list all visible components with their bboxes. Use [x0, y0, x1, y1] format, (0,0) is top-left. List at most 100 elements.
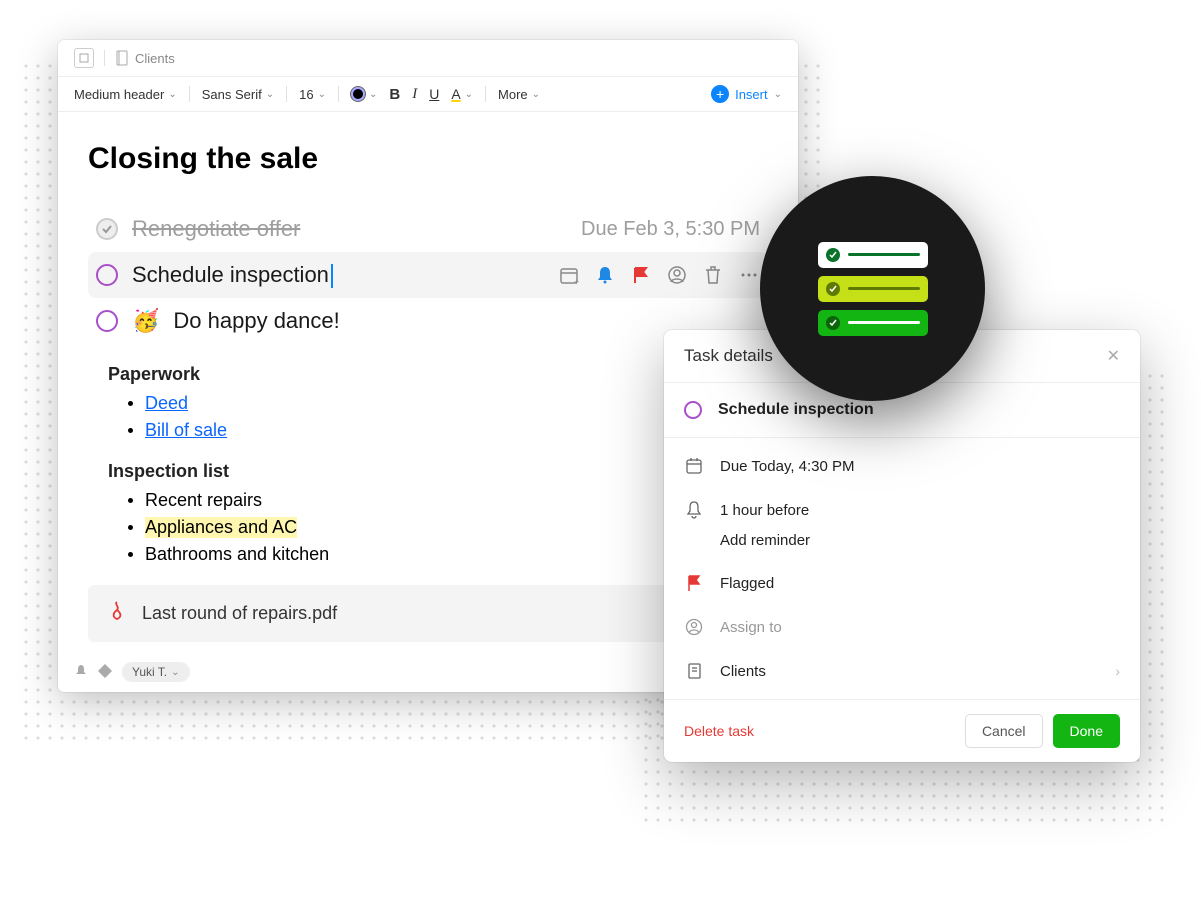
badge-row [818, 242, 928, 268]
calendar-icon[interactable]: + [558, 264, 580, 286]
topbar: Clients [58, 40, 798, 77]
add-reminder-row[interactable]: Add reminder [664, 532, 1140, 561]
link-bill-of-sale[interactable]: Bill of sale [145, 420, 227, 441]
chevron-down-icon: ⌄ [369, 89, 377, 100]
add-tag-icon[interactable] [98, 664, 112, 681]
task-text: Do happy dance! [173, 308, 339, 334]
task-text: Renegotiate offer [132, 216, 300, 242]
share-pill[interactable]: Yuki T.⌄ [122, 662, 190, 682]
more-icon[interactable] [738, 264, 760, 286]
chevron-down-icon: ⌄ [774, 89, 782, 100]
breadcrumb[interactable]: Clients [115, 51, 175, 66]
assign-text: Assign to [720, 619, 782, 636]
italic-button[interactable]: I [412, 86, 417, 103]
divider [338, 86, 339, 102]
chevron-down-icon: ⌄ [318, 89, 326, 100]
reminder-bell-icon[interactable] [74, 664, 88, 681]
page-title[interactable]: Closing the sale [88, 142, 768, 176]
notebook-row[interactable]: Clients › [664, 649, 1140, 693]
heading-selector[interactable]: Medium header⌄ [74, 87, 177, 102]
list-text: Bathrooms and kitchen [145, 544, 329, 565]
insert-button[interactable]: + Insert ⌄ [711, 85, 782, 103]
task-due-date: Due Feb 3, 5:30 PM [581, 218, 760, 241]
task-row[interactable]: Schedule inspection + [88, 252, 768, 298]
task-actions: + [558, 264, 760, 286]
chevron-down-icon: ⌄ [171, 667, 179, 678]
badge-row [818, 276, 928, 302]
text-cursor [331, 264, 333, 288]
plus-icon: + [711, 85, 729, 103]
chevron-down-icon: ⌄ [532, 89, 540, 100]
notebook-text: Clients [720, 663, 766, 680]
insert-label: Insert [735, 87, 768, 102]
bullet-icon [128, 428, 133, 433]
panel-task-name: Schedule inspection [718, 401, 874, 419]
divider [104, 50, 105, 66]
trash-icon[interactable] [702, 264, 724, 286]
calendar-icon [684, 456, 704, 476]
text-color-picker[interactable]: ⌄ [351, 87, 377, 101]
panel-body: Due Today, 4:30 PM 1 hour before Add rem… [664, 438, 1140, 699]
chevron-down-icon: ⌄ [266, 89, 274, 100]
cancel-button[interactable]: Cancel [965, 714, 1043, 748]
list-text: Recent repairs [145, 490, 262, 511]
color-swatch-icon [351, 87, 365, 101]
bell-icon[interactable] [594, 264, 616, 286]
task-checkbox-icon[interactable] [96, 264, 118, 286]
check-icon [826, 316, 840, 330]
task-row[interactable]: Renegotiate offer Due Feb 3, 5:30 PM [88, 206, 768, 252]
flagged-row[interactable]: Flagged [664, 561, 1140, 605]
bold-button[interactable]: B [389, 86, 400, 103]
panel-footer: Delete task Cancel Done [664, 699, 1140, 762]
check-icon [826, 282, 840, 296]
divider [286, 86, 287, 102]
notebook-icon [684, 661, 704, 681]
bullet-icon [128, 401, 133, 406]
font-size-selector[interactable]: 16⌄ [299, 87, 326, 102]
party-emoji-icon: 🥳 [132, 308, 159, 334]
bell-icon [684, 500, 704, 520]
person-icon[interactable] [666, 264, 688, 286]
bullet-icon [128, 498, 133, 503]
badge-row [818, 310, 928, 336]
person-icon [684, 617, 704, 637]
task-checkbox-icon[interactable] [684, 401, 702, 419]
list-text: Appliances and AC [145, 517, 297, 538]
panel-title: Task details [684, 346, 773, 366]
divider [485, 86, 486, 102]
bullet-icon [128, 525, 133, 530]
task-checkbox-icon[interactable] [96, 310, 118, 332]
done-button[interactable]: Done [1053, 714, 1120, 748]
flag-icon [684, 573, 704, 593]
svg-text:+: + [574, 277, 579, 287]
reminder-text: 1 hour before [720, 502, 809, 519]
check-icon [826, 248, 840, 262]
chevron-right-icon: › [1115, 663, 1120, 679]
task-text: Schedule inspection [132, 262, 333, 288]
due-date-text: Due Today, 4:30 PM [720, 458, 855, 475]
reminder-row[interactable]: 1 hour before [664, 488, 1140, 532]
more-button[interactable]: More⌄ [498, 87, 540, 102]
app-icon[interactable] [74, 48, 94, 68]
chevron-down-icon: ⌄ [465, 89, 473, 100]
flag-icon[interactable] [630, 264, 652, 286]
add-reminder-text: Add reminder [720, 532, 810, 549]
highlight-button[interactable]: A⌄ [451, 86, 473, 102]
breadcrumb-label: Clients [135, 51, 175, 66]
assign-row[interactable]: Assign to [664, 605, 1140, 649]
underline-button[interactable]: U [429, 86, 439, 102]
tasks-badge [760, 176, 985, 401]
font-selector[interactable]: Sans Serif⌄ [202, 87, 274, 102]
divider [189, 86, 190, 102]
close-icon[interactable]: ✕ [1107, 346, 1120, 366]
delete-task-button[interactable]: Delete task [684, 723, 754, 739]
chevron-down-icon: ⌄ [168, 89, 176, 100]
attachment-name: Last round of repairs.pdf [142, 603, 337, 624]
due-date-row[interactable]: Due Today, 4:30 PM [664, 444, 1140, 488]
link-deed[interactable]: Deed [145, 393, 188, 414]
flagged-text: Flagged [720, 575, 774, 592]
bullet-icon [128, 552, 133, 557]
pdf-icon [108, 601, 126, 626]
formatting-toolbar: Medium header⌄ Sans Serif⌄ 16⌄ ⌄ B I U A… [58, 77, 798, 112]
task-checkbox-done-icon[interactable] [96, 218, 118, 240]
